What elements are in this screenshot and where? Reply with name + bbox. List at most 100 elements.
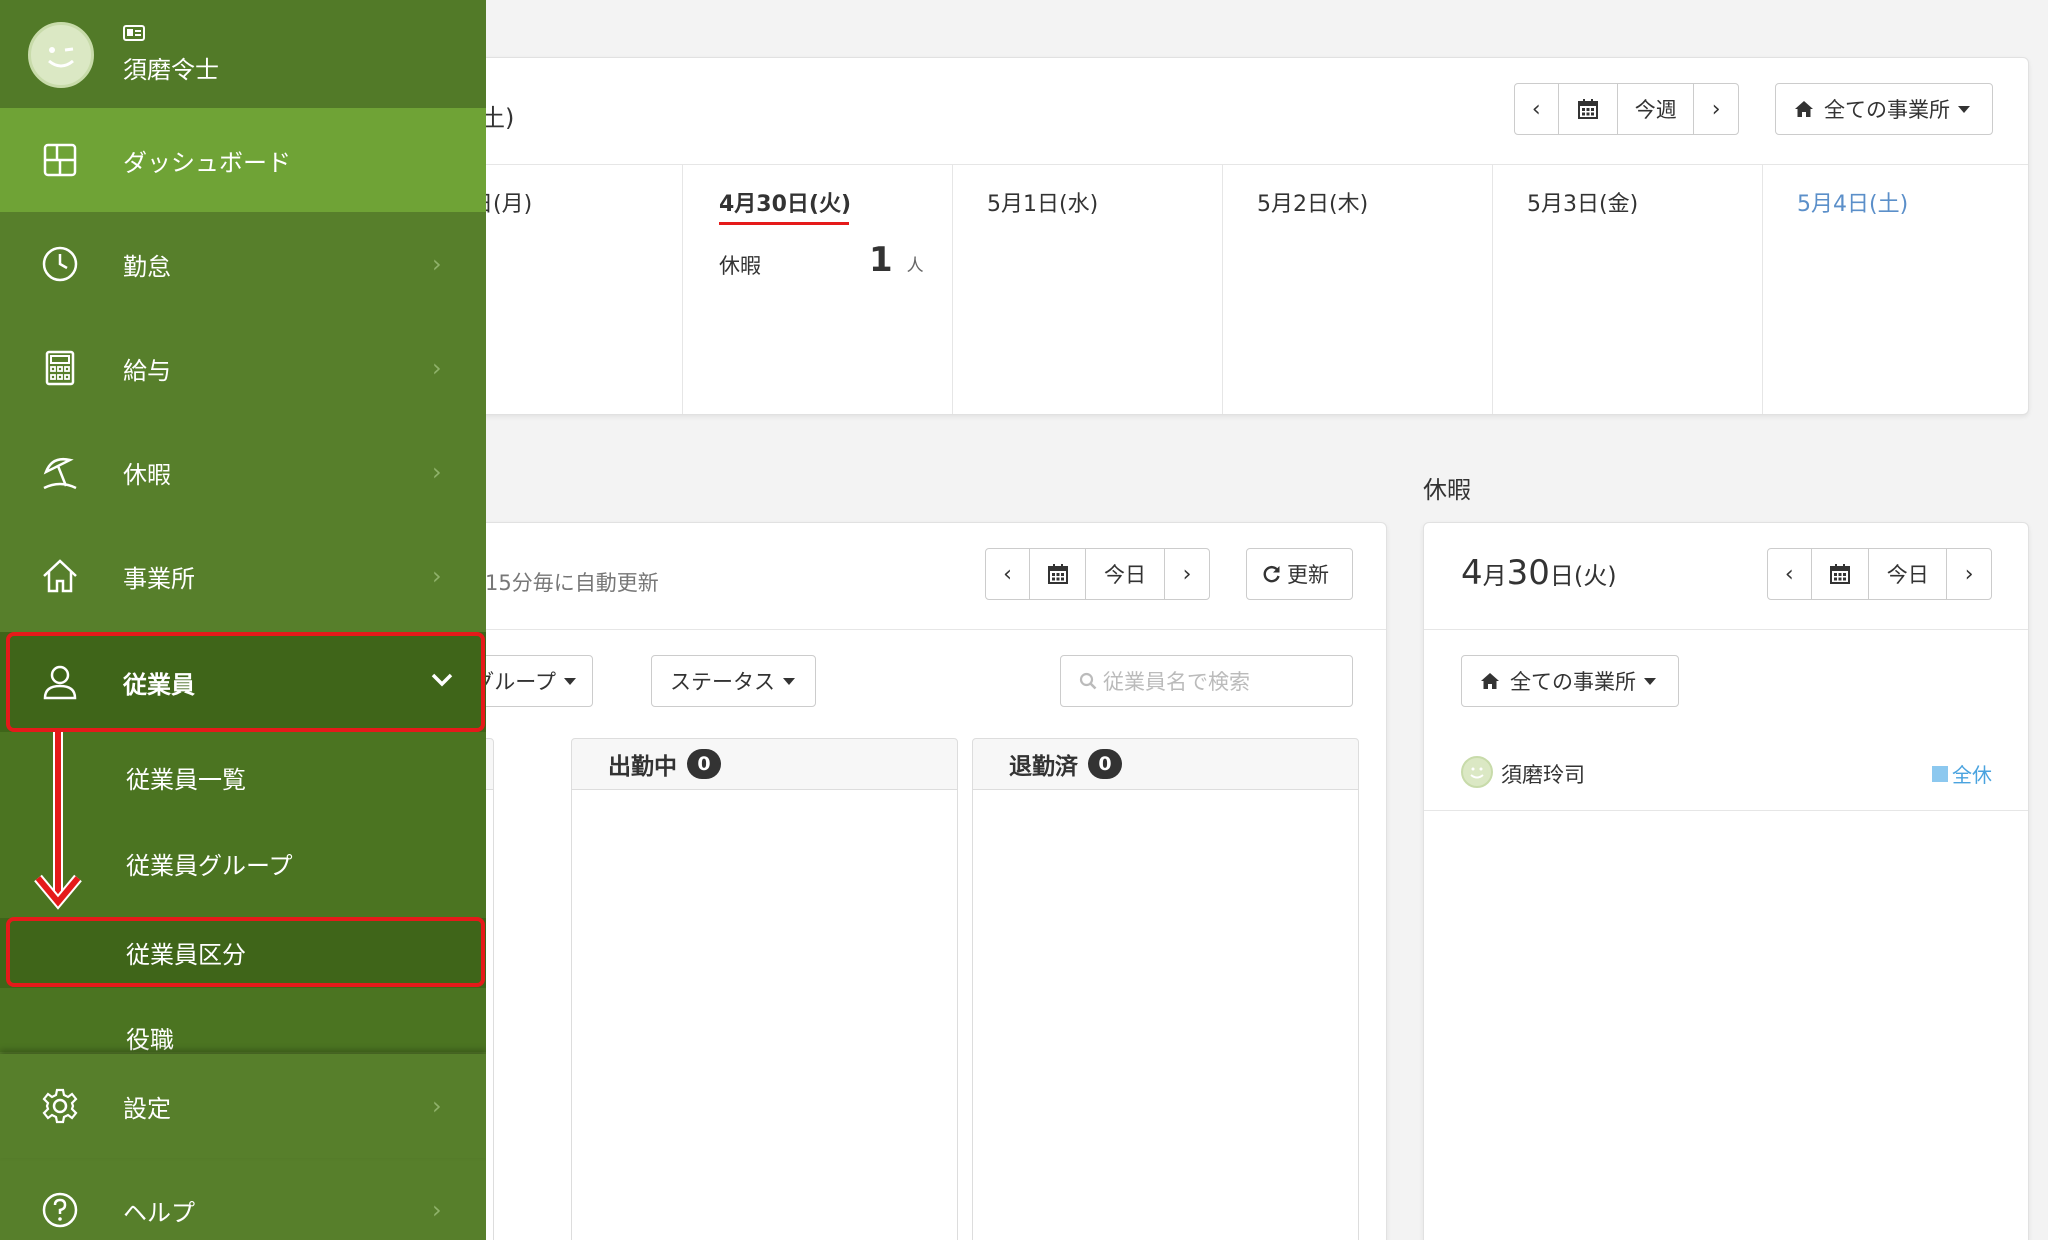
weekly-title: 土) (481, 104, 515, 132)
sidebar-item-label: 設定 (123, 1094, 171, 1123)
weekly-office-filter[interactable]: 全ての事業所 (1775, 83, 1993, 135)
sidebar-item-settings[interactable]: 設定 › (0, 1054, 486, 1158)
sidebar: 須磨令士 ダッシュボード 勤怠 › 給与 › 休暇 › 事業所 › 従業員 従業… (0, 0, 486, 1240)
daily-status-card: 15分毎に自動更新 ‹ 今日 › 更新 員グループ ステータス 従業員名で検索 … (430, 522, 1387, 1240)
day-column: 5月1日(水) (952, 164, 1222, 414)
sidebar-item-office[interactable]: 事業所 › (0, 524, 486, 628)
leave-label: 休暇 (719, 254, 761, 278)
leave-count[interactable]: 1人 (869, 240, 924, 280)
day-column-today: 4月30日(火) 休暇 1人 (682, 164, 952, 414)
day-calendar-button[interactable] (1030, 549, 1086, 599)
leave-card: 4月30日(火) ‹ 今日 › 全ての事業所 須磨玲司 全休 (1423, 522, 2029, 1240)
caret-down-icon (564, 677, 576, 685)
avatar (1461, 756, 1493, 788)
home-icon (1481, 673, 1499, 689)
employee-search-input[interactable]: 従業員名で検索 (1060, 655, 1353, 707)
sidebar-item-label: 事業所 (123, 564, 195, 593)
caret-down-icon (1958, 105, 1970, 113)
leave-count-unit: 人 (906, 256, 924, 276)
day-nav-group: ‹ 今日 › (985, 548, 1210, 600)
annotation-arrow-icon (34, 732, 82, 910)
count-badge: 0 (687, 749, 721, 779)
chevron-right-icon: › (432, 1196, 442, 1224)
sidebar-item-label: ダッシュボード (123, 148, 291, 177)
day-prev-button[interactable]: ‹ (986, 549, 1030, 599)
chevron-right-icon: › (432, 1092, 442, 1120)
sidebar-item-help[interactable]: ヘルプ › (0, 1158, 486, 1240)
week-next-button[interactable]: › (1694, 84, 1738, 134)
sidebar-item-label: 勤怠 (123, 252, 171, 281)
day-label: 5月1日(水) (987, 192, 1099, 217)
week-prev-button[interactable]: ‹ (1515, 84, 1559, 134)
sidebar-item-label: ヘルプ (123, 1198, 195, 1227)
chevron-right-icon: › (432, 562, 442, 590)
day-label: 5月2日(木) (1257, 192, 1369, 217)
sidebar-item-attendance[interactable]: 勤怠 › (0, 212, 486, 316)
search-icon (1079, 672, 1097, 690)
leave-prev-button[interactable]: ‹ (1768, 549, 1812, 599)
leave-type-swatch (1932, 765, 1948, 782)
leave-today-button[interactable]: 今日 (1869, 549, 1948, 599)
highlight-employees (6, 632, 485, 732)
status-filter[interactable]: ステータス (651, 655, 816, 707)
refresh-button[interactable]: 更新 (1246, 548, 1353, 600)
calendar-icon (1047, 564, 1068, 584)
help-icon (42, 1192, 78, 1228)
leave-employee-name: 須磨玲司 (1501, 763, 1585, 787)
dashboard-icon (43, 143, 77, 177)
count-badge: 0 (1088, 749, 1122, 779)
leave-office-filter[interactable]: 全ての事業所 (1461, 655, 1679, 707)
leave-type-tag: 全休 (1932, 759, 1992, 788)
status-column-header-working: 出勤中 0 (571, 738, 958, 790)
chevron-right-icon: › (432, 458, 442, 486)
daily-divider (431, 629, 1386, 630)
today-underline (719, 222, 849, 225)
leave-day-nav-group: ‹ 今日 › (1767, 548, 1992, 600)
week-calendar-button[interactable] (1559, 84, 1619, 134)
sidebar-item-dashboard[interactable]: ダッシュボード (0, 108, 486, 212)
submenu-item-employee-group[interactable]: 従業員グループ (126, 846, 293, 881)
day-label-today: 4月30日(火) (719, 192, 852, 217)
caret-down-icon (783, 677, 795, 685)
leave-next-button[interactable]: › (1947, 549, 1991, 599)
day-column: 5月2日(木) (1222, 164, 1492, 414)
id-card-icon (123, 25, 145, 41)
status-column-body-working (571, 790, 958, 1240)
this-week-button[interactable]: 今週 (1618, 84, 1695, 134)
submenu-item-employee-list[interactable]: 従業員一覧 (126, 760, 246, 795)
highlight-employee-category (6, 917, 485, 987)
user-header[interactable]: 須磨令士 (0, 0, 486, 108)
sidebar-item-label: 給与 (123, 356, 171, 385)
avatar (28, 22, 94, 88)
auto-refresh-note: 15分毎に自動更新 (485, 571, 659, 595)
submenu-item-position[interactable]: 役職 (126, 1020, 174, 1055)
gear-icon (42, 1088, 78, 1124)
house-icon (43, 559, 77, 593)
day-next-button[interactable]: › (1165, 549, 1209, 599)
leave-calendar-button[interactable] (1812, 549, 1870, 599)
chevron-right-icon: › (432, 250, 442, 278)
leave-date: 4月30日(火) (1461, 553, 1617, 593)
sidebar-item-label: 休暇 (123, 460, 171, 489)
day-label: 5月3日(金) (1527, 192, 1639, 217)
user-name: 須磨令士 (123, 56, 219, 84)
calculator-icon (45, 350, 75, 386)
sidebar-item-payroll[interactable]: 給与 › (0, 316, 486, 420)
calendar-icon (1577, 99, 1598, 119)
day-column: 5月3日(金) (1492, 164, 1762, 414)
status-column-header-left: 退勤済 0 (972, 738, 1359, 790)
status-column-body-left (972, 790, 1359, 1240)
calendar-icon (1829, 564, 1850, 584)
today-button[interactable]: 今日 (1086, 549, 1165, 599)
week-nav-group: ‹ 今週 › (1514, 83, 1739, 135)
beach-umbrella-icon (43, 458, 77, 490)
refresh-icon (1263, 566, 1280, 583)
day-label-saturday: 5月4日(土) (1797, 192, 1909, 217)
weekly-card: 土) ‹ 今週 › 全ての事業所 29日(月) 4月30日(火) 休暇 1人 5… (430, 57, 2029, 415)
home-icon (1795, 101, 1813, 117)
leave-list-item[interactable]: 須磨玲司 全休 (1424, 741, 2028, 811)
day-column-saturday: 5月4日(土) (1762, 164, 2028, 414)
caret-down-icon (1644, 677, 1656, 685)
leave-divider (1424, 629, 2028, 630)
sidebar-item-leave[interactable]: 休暇 › (0, 420, 486, 524)
